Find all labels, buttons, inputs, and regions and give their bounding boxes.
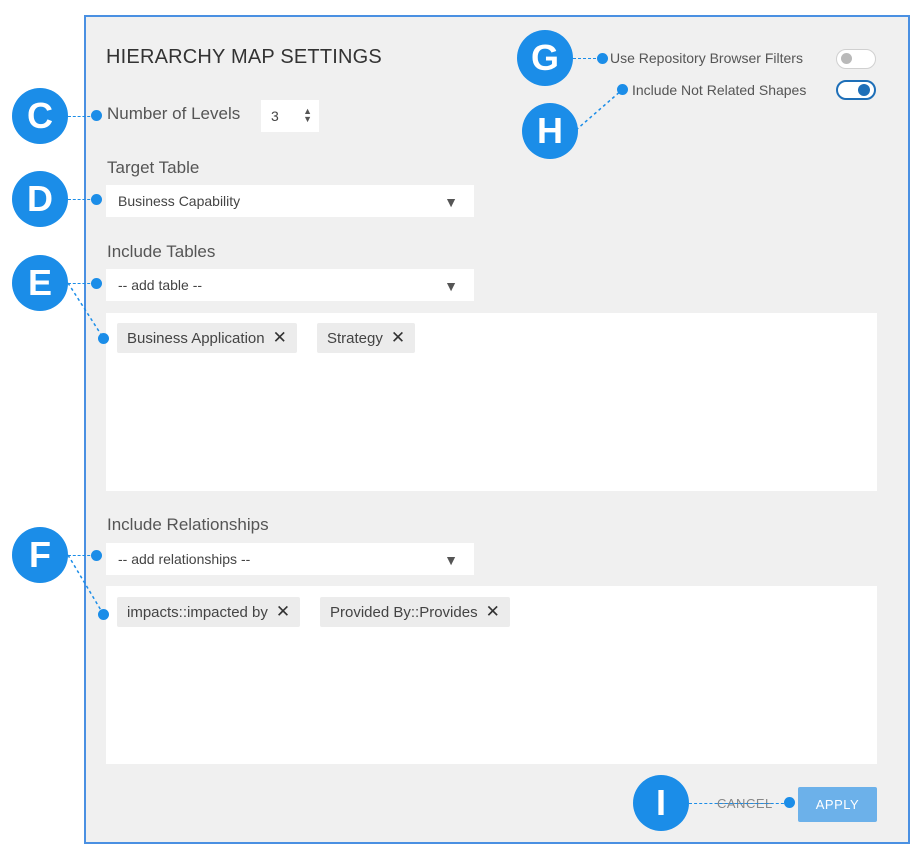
- target-table-select[interactable]: Business Capability ▼: [106, 185, 474, 217]
- tag-label: Provided By::Provides: [330, 603, 478, 621]
- close-icon[interactable]: ✕: [273, 328, 287, 348]
- apply-button[interactable]: APPLY: [798, 787, 877, 822]
- callout-dot: [597, 53, 608, 64]
- tag-provided-by: Provided By::Provides ✕: [320, 597, 510, 627]
- tag-label: impacts::impacted by: [127, 603, 268, 621]
- include-tables-select[interactable]: -- add table -- ▼: [106, 269, 474, 301]
- callout-dot: [617, 84, 628, 95]
- callout-badge-i: I: [633, 775, 689, 831]
- chevron-down-icon: ▼: [444, 551, 458, 568]
- target-table-value: Business Capability: [118, 193, 241, 209]
- dialog-title: HIERARCHY MAP SETTINGS: [106, 46, 382, 68]
- levels-value: 3: [271, 108, 279, 124]
- include-tables-label: Include Tables: [107, 242, 216, 261]
- include-tables-placeholder: -- add table --: [118, 277, 203, 293]
- close-icon[interactable]: ✕: [391, 328, 405, 348]
- repo-filters-toggle[interactable]: [836, 49, 876, 69]
- not-related-label: Include Not Related Shapes: [632, 82, 807, 98]
- callout-dot: [784, 797, 795, 808]
- levels-label: Number of Levels: [107, 104, 241, 123]
- chevron-down-icon: ▼: [444, 277, 458, 294]
- tag-label: Business Application: [127, 329, 265, 347]
- levels-stepper[interactable]: 3 ▲ ▼: [261, 100, 319, 132]
- target-table-label: Target Table: [107, 158, 200, 177]
- tag-strategy: Strategy ✕: [317, 323, 416, 353]
- callout-dot: [98, 609, 109, 620]
- callout-badge-d: D: [12, 171, 68, 227]
- chevron-down-icon: ▼: [444, 193, 458, 210]
- callout-connector: [67, 554, 103, 613]
- toggle-knob: [841, 53, 852, 64]
- up-down-arrows-icon[interactable]: ▲ ▼: [303, 107, 312, 124]
- repo-filters-label: Use Repository Browser Filters: [610, 50, 803, 66]
- toggle-knob: [858, 84, 870, 96]
- tag-business-application: Business Application ✕: [117, 323, 297, 353]
- callout-dot: [91, 194, 102, 205]
- close-icon[interactable]: ✕: [486, 602, 500, 622]
- include-relationships-placeholder: -- add relationships --: [118, 551, 251, 567]
- callout-dot: [98, 333, 109, 344]
- callout-line: [689, 803, 789, 804]
- close-icon[interactable]: ✕: [276, 602, 290, 622]
- include-relationships-select[interactable]: -- add relationships -- ▼: [106, 543, 474, 575]
- callout-badge-g: G: [517, 30, 573, 86]
- tag-impacts: impacts::impacted by ✕: [117, 597, 301, 627]
- callout-badge-c: C: [12, 88, 68, 144]
- not-related-toggle[interactable]: [836, 80, 876, 100]
- include-relationships-label: Include Relationships: [107, 515, 269, 534]
- callout-dot: [91, 110, 102, 121]
- tag-label: Strategy: [327, 329, 383, 347]
- callout-connector: [67, 282, 103, 337]
